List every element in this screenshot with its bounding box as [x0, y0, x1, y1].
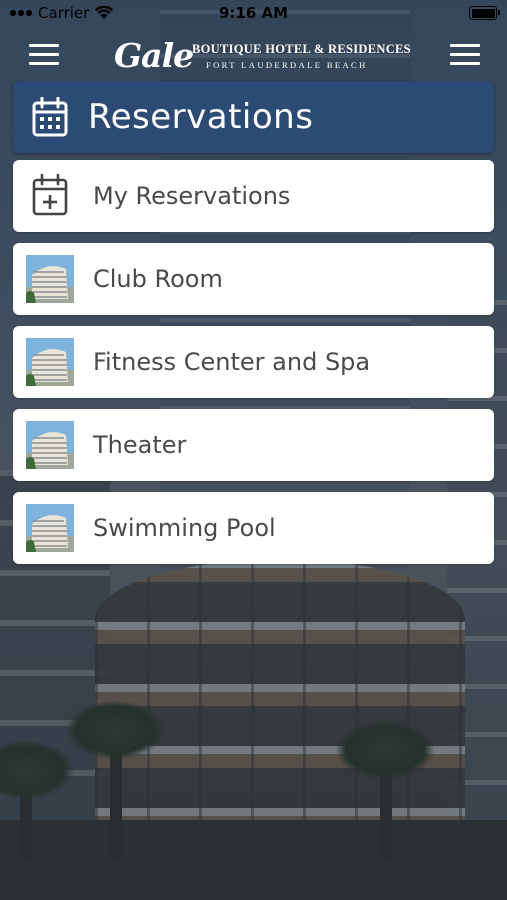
page-title: Reservations	[88, 97, 314, 137]
menu-icon-right[interactable]	[450, 44, 480, 66]
building-thumbnail-icon	[26, 504, 74, 552]
battery-icon	[469, 6, 500, 20]
list-item-label: Theater	[93, 431, 187, 459]
reservations-header: Reservations	[13, 81, 494, 153]
building-thumbnail-icon	[26, 255, 74, 303]
status-bar: Carrier 9:16 AM	[0, 0, 507, 26]
logo-script: Gale	[114, 36, 194, 75]
logo-line1: BOUTIQUE HOTEL & RESIDENCES	[192, 42, 411, 56]
hotel-logo: Gale BOUTIQUE HOTEL & RESIDENCES FORT LA…	[114, 36, 411, 76]
building-thumbnail-icon	[26, 421, 74, 469]
menu-icon-left[interactable]	[29, 44, 59, 66]
list-item-fitness-center[interactable]: Fitness Center and Spa	[13, 326, 494, 398]
building-thumbnail-icon	[26, 338, 74, 386]
list-item-label: Fitness Center and Spa	[93, 348, 371, 376]
list-item-label: My Reservations	[93, 182, 291, 210]
calendar-add-icon	[32, 173, 68, 216]
list-item-my-reservations[interactable]: My Reservations	[13, 160, 494, 232]
list-item-swimming-pool[interactable]: Swimming Pool	[13, 492, 494, 564]
nav-bar: Gale BOUTIQUE HOTEL & RESIDENCES FORT LA…	[0, 26, 507, 82]
status-time: 9:16 AM	[218, 4, 289, 22]
list-item-club-room[interactable]: Club Room	[13, 243, 494, 315]
reservation-list: My Reservations Club Room Fitness Center…	[13, 160, 494, 575]
list-item-label: Swimming Pool	[93, 514, 276, 542]
logo-line2: FORT LAUDERDALE BEACH	[206, 60, 368, 70]
list-item-label: Club Room	[93, 265, 223, 293]
list-item-theater[interactable]: Theater	[13, 409, 494, 481]
calendar-icon	[32, 97, 68, 137]
